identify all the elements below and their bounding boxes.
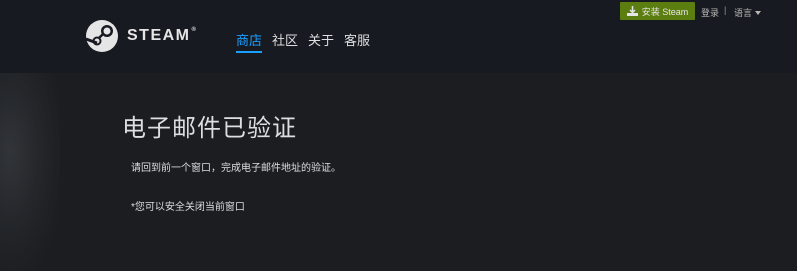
global-header: STEAM® 商店 社区 关于 客服 安装 Steam 登录 | 语言	[0, 0, 797, 73]
nav-item-support[interactable]: 客服	[344, 30, 370, 53]
background-art	[0, 73, 60, 271]
verification-message: 请回到前一个窗口，完成电子邮件地址的验证。	[131, 163, 341, 174]
login-link[interactable]: 登录	[701, 6, 719, 19]
steam-logo-icon	[85, 20, 118, 52]
chevron-down-icon	[755, 10, 762, 15]
nav-item-community[interactable]: 社区	[272, 30, 298, 53]
close-window-note: *您可以安全关闭当前窗口	[131, 202, 245, 213]
nav-item-store[interactable]: 商店	[236, 30, 263, 53]
page-title: 电子邮件已验证	[122, 115, 297, 142]
steam-logo[interactable]: STEAM®	[85, 19, 196, 53]
install-steam-button[interactable]: 安装 Steam	[620, 2, 695, 20]
logo-text: STEAM®	[127, 27, 196, 44]
language-label: 语言	[734, 8, 753, 18]
language-dropdown[interactable]: 语言	[734, 6, 762, 19]
nav-item-about[interactable]: 关于	[308, 30, 334, 53]
main-nav: 商店 社区 关于 客服	[236, 30, 380, 53]
separator: |	[724, 5, 727, 15]
install-icon	[626, 6, 638, 16]
install-button-label: 安装 Steam	[641, 6, 689, 17]
